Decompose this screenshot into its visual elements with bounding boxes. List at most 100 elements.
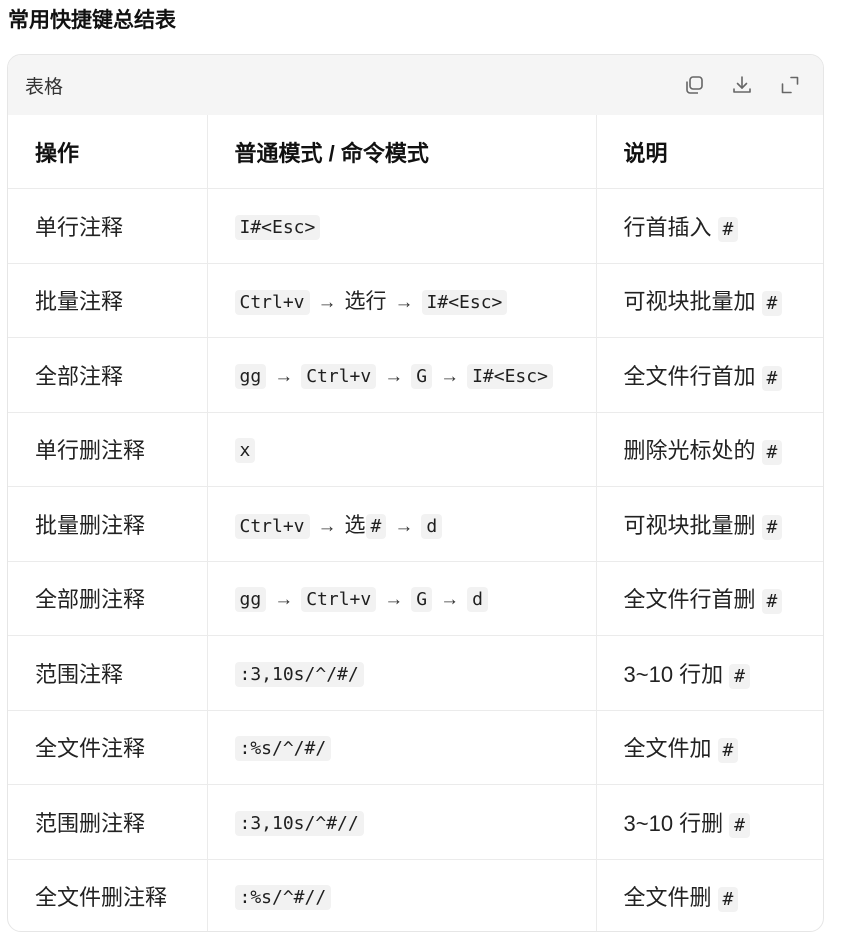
description-text: 行首插入 — [623, 214, 712, 240]
description-text: 删除光标处的 — [623, 438, 756, 464]
inline-code: I#<Esc> — [467, 363, 553, 389]
table-body: 单行注释 I#<Esc> 行首插入 # 批量注释 Ctrl+v → 选行 → I#<Esc> 可视块… — [8, 188, 823, 931]
table-row: 范围删注释 :3,10s/^#// 3~10 行删 # — [8, 784, 823, 860]
download-icon[interactable] — [729, 72, 755, 98]
table-row: 单行删注释 x 删除光标处的 # — [8, 412, 823, 487]
inline-code: gg — [234, 363, 267, 389]
expand-icon[interactable] — [777, 72, 803, 98]
inline-code: Ctrl+v — [234, 290, 310, 316]
inline-code: d — [421, 513, 443, 539]
description-text: 3~10 行删 — [623, 810, 724, 836]
description-cell: 全文件删 # — [596, 859, 823, 931]
table-row: 全部注释 gg → Ctrl+v → G → I#<Esc> 全文件行首加 # — [8, 337, 823, 413]
table-header-row: 操作 普通模式 / 命令模式 说明 — [8, 115, 823, 189]
description-text: 全文件删 — [623, 885, 712, 911]
action-cell: 单行删注释 — [8, 412, 208, 487]
action-cell: 全文件删注释 — [8, 859, 208, 931]
sequence-cell: x — [207, 412, 597, 487]
inline-code: I#<Esc> — [421, 290, 508, 316]
copy-icon[interactable] — [681, 72, 707, 98]
arrow-icon: → — [384, 589, 404, 611]
sequence-cell: Ctrl+v → 选 # → d — [207, 486, 597, 562]
shortcut-table: 操作 普通模式 / 命令模式 说明 单行注释 I#<Esc> 行首插入 # 批量注释 Ct… — [8, 115, 823, 931]
arrow-icon: → — [440, 589, 460, 611]
inline-code: d — [467, 587, 488, 613]
description-text: 可视块批量删 — [623, 512, 756, 538]
description-cell: 可视块批量加 # — [596, 263, 823, 338]
action-cell: 单行注释 — [8, 188, 208, 264]
sequence-cell: gg → Ctrl+v → G → d — [207, 561, 597, 636]
inline-code: G — [411, 363, 433, 389]
inline-code: # — [761, 291, 783, 317]
inline-code: # — [365, 513, 387, 539]
action-cell: 全文件注释 — [8, 710, 208, 785]
description-text: 全文件行首加 — [623, 363, 756, 389]
inline-code: Ctrl+v — [234, 513, 310, 539]
table-card-title: 表格 — [25, 76, 64, 98]
description-cell: 行首插入 # — [596, 188, 823, 264]
description-cell: 3~10 行加 # — [596, 635, 823, 711]
description-text: 可视块批量加 — [623, 289, 756, 315]
description-cell: 全文件加 # — [596, 710, 823, 785]
description-text: 全文件行首删 — [623, 587, 756, 613]
sequence-cell: Ctrl+v → 选行 → I#<Esc> — [207, 263, 597, 338]
description-cell: 全文件行首加 # — [596, 337, 823, 413]
page: 常用快捷键总结表 表格 操作 普通模式 / 命令模式 说明 单行注释 I#<Es… — [0, 0, 842, 934]
sequence-cell: gg → Ctrl+v → G → I#<Esc> — [207, 337, 597, 413]
inline-code: Ctrl+v — [301, 363, 377, 389]
sequence-cell: :3,10s/^#// — [207, 784, 597, 860]
inline-code: x — [234, 438, 256, 464]
table-card: 表格 操作 普通模式 / 命令模式 说明 单行注释 I#<Esc> 行首插入 #… — [7, 54, 824, 932]
table-row: 范围注释:3,10s/^/#/ 3~10 行加 # — [8, 635, 823, 711]
table-row: 全部删注释 gg → Ctrl+v → G → d 全文件行首删 # — [8, 561, 823, 636]
table-row: 批量注释 Ctrl+v → 选行 → I#<Esc> 可视块批量加 # — [8, 263, 823, 338]
inline-code: # — [717, 738, 739, 764]
inline-code: # — [761, 589, 783, 615]
inline-code: # — [761, 365, 783, 391]
inline-code: Ctrl+v — [301, 587, 377, 613]
column-header: 说明 — [596, 115, 823, 189]
inline-code: :%s/^#// — [234, 885, 332, 911]
page-title: 常用快捷键总结表 — [8, 9, 176, 32]
description-cell: 3~10 行删 # — [596, 784, 823, 860]
arrow-icon: → — [394, 515, 414, 537]
sequence-cell: I#<Esc> — [207, 188, 597, 264]
sequence-cell: :3,10s/^/#/ — [207, 635, 597, 711]
inline-code: I#<Esc> — [234, 214, 321, 240]
inline-code: # — [717, 887, 739, 913]
sequence-cell: :%s/^#// — [207, 859, 597, 931]
sequence-text: 选 — [344, 513, 366, 537]
arrow-icon: → — [274, 365, 294, 387]
inline-code: gg — [234, 587, 267, 613]
inline-code: :3,10s/^#// — [234, 810, 364, 836]
description-text: 3~10 行加 — [623, 661, 724, 687]
arrow-icon: → — [440, 365, 460, 387]
arrow-icon: → — [317, 292, 337, 314]
table-row: 全文件删注释 :%s/^#// 全文件删 # — [8, 859, 823, 931]
table-row: 批量删注释 Ctrl+v → 选 # → d 可视块批量删 # — [8, 486, 823, 562]
description-cell: 可视块批量删 # — [596, 486, 823, 562]
inline-code: # — [729, 812, 751, 838]
arrow-icon: → — [384, 365, 404, 387]
inline-code: # — [761, 514, 783, 540]
action-cell: 全部删注释 — [8, 561, 208, 636]
description-cell: 删除光标处的 # — [596, 412, 823, 487]
sequence-text: 选行 — [344, 290, 387, 314]
action-cell: 全部注释 — [8, 337, 208, 413]
table-actions — [681, 72, 803, 98]
inline-code: # — [717, 216, 739, 242]
column-header: 普通模式 / 命令模式 — [207, 115, 597, 189]
inline-code: # — [729, 663, 751, 689]
description-cell: 全文件行首删 # — [596, 561, 823, 636]
table-row: 全文件注释 :%s/^/#/ 全文件加 # — [8, 710, 823, 785]
action-cell: 范围删注释 — [8, 784, 208, 860]
action-cell: 批量注释 — [8, 263, 208, 338]
inline-code: G — [411, 587, 433, 613]
inline-code: :%s/^/#/ — [234, 736, 332, 762]
column-header: 操作 — [8, 115, 208, 189]
table-card-header: 表格 — [8, 55, 823, 115]
arrow-icon: → — [317, 515, 337, 537]
inline-code: # — [761, 440, 783, 466]
arrow-icon: → — [394, 292, 414, 314]
sequence-cell: :%s/^/#/ — [207, 710, 597, 785]
